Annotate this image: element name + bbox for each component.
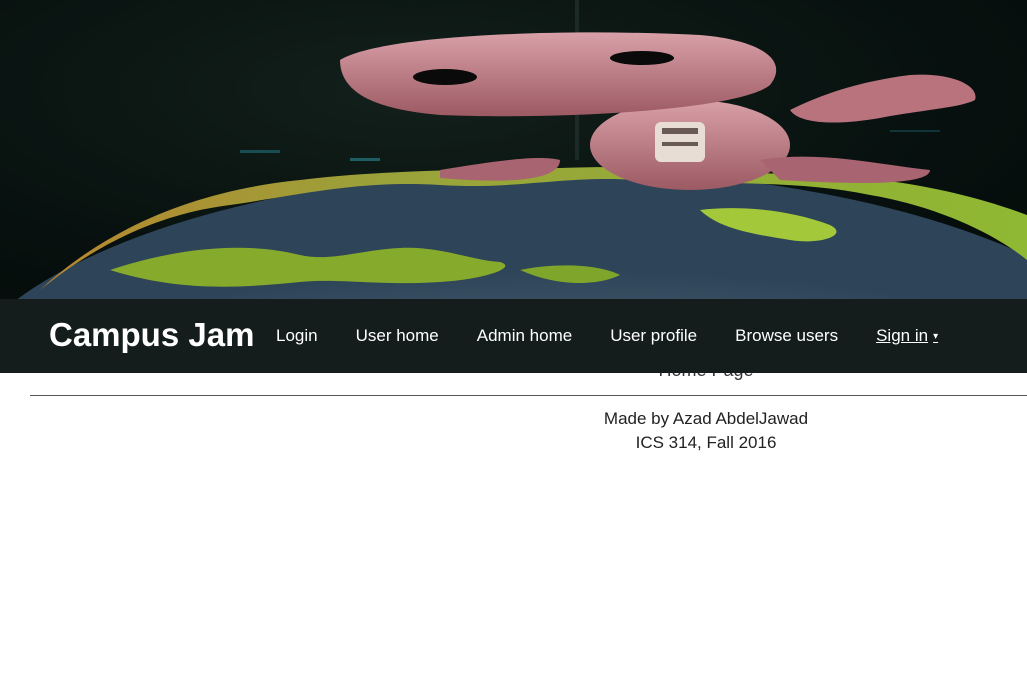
nav-browse-users-link[interactable]: Browse users — [735, 326, 838, 346]
footer: Made by Azad AbdelJawad ICS 314, Fall 20… — [556, 407, 856, 455]
hero-banner-image — [0, 0, 1027, 300]
footer-course: ICS 314, Fall 2016 — [635, 433, 777, 452]
sign-in-dropdown[interactable]: Sign in ▾ — [876, 326, 938, 346]
sign-in-label: Sign in — [876, 326, 929, 345]
top-navbar: Campus Jam Login User home Admin home Us… — [0, 299, 1027, 373]
nav-login-link[interactable]: Login — [276, 326, 318, 346]
caret-down-icon: ▾ — [933, 331, 939, 342]
nav-user-profile-link[interactable]: User profile — [610, 326, 697, 346]
nav-admin-home-link[interactable]: Admin home — [477, 326, 572, 346]
brand-title[interactable]: Campus Jam — [49, 316, 254, 354]
nav-links: Login User home Admin home User profile … — [276, 299, 976, 373]
footer-author: Made by Azad AbdelJawad — [603, 409, 809, 428]
footer-divider — [30, 395, 1027, 396]
nav-user-home-link[interactable]: User home — [356, 326, 439, 346]
